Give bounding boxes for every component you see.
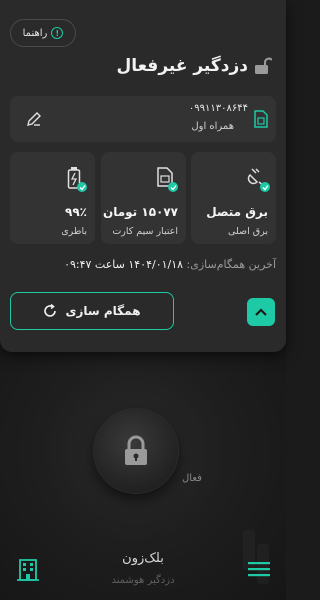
status-panel: راهنما ! دزدگیر غیرفعال ۰۹۹۱۱۳۰۸۶۴۴ همرا… [0,0,286,352]
unlock-icon [255,57,272,74]
power-value: برق متصل [206,205,268,219]
last-sync-label: آخرین همگام‌سازی: [186,258,276,271]
last-sync-value: ۱۴۰۴/۰۱/۱۸ ساعت ۰۹:۴۷ [64,258,184,271]
device-subtitle: دزدگیر هوشمند [111,575,175,586]
menu-icon[interactable] [248,560,270,582]
last-sync-info: آخرین همگام‌سازی: ۱۴۰۴/۰۱/۱۸ ساعت ۰۹:۴۷ [64,258,276,271]
sim-card-row[interactable]: ۰۹۹۱۱۳۰۸۶۴۴ همراه اول [10,96,276,142]
power-card: برق متصل برق اصلی [191,152,276,244]
device-name: بلک‌زون [122,551,164,566]
help-button[interactable]: راهنما ! [10,19,76,47]
credit-ok-check-icon [168,182,178,192]
sync-button-label: همگام سازی [65,304,141,318]
credit-label: اعتبار سیم کارت [112,226,178,237]
sync-button[interactable]: همگام سازی [10,292,174,330]
arm-lock-button[interactable] [94,409,178,493]
sim-operator: همراه اول [191,121,234,132]
battery-value: ۹۹٪ [65,205,87,219]
help-label: راهنما [22,27,48,39]
sim-number: ۰۹۹۱۱۳۰۸۶۴۴ [188,103,248,114]
lock-state-label: فعال [182,473,202,484]
battery-label: باطری [61,226,87,237]
sim-card-icon [254,110,268,128]
alarm-status: دزدگیر غیرفعال [116,56,272,76]
battery-ok-check-icon [77,182,87,192]
building-icon[interactable] [17,558,39,586]
refresh-icon [44,304,57,317]
lock-icon [125,435,147,465]
alarm-status-title: دزدگیر غیرفعال [116,56,248,76]
credit-value: ۱۵۰۷۷ تومان [102,205,178,219]
power-ok-check-icon [260,182,270,192]
power-label: برق اصلی [227,226,268,237]
credit-card: ۱۵۰۷۷ تومان اعتبار سیم کارت [101,152,186,244]
info-icon: ! [51,27,64,39]
chevron-up-icon [255,308,267,316]
collapse-panel-button[interactable] [247,298,275,326]
battery-card: ۹۹٪ باطری [10,152,95,244]
edit-icon[interactable] [26,111,42,127]
